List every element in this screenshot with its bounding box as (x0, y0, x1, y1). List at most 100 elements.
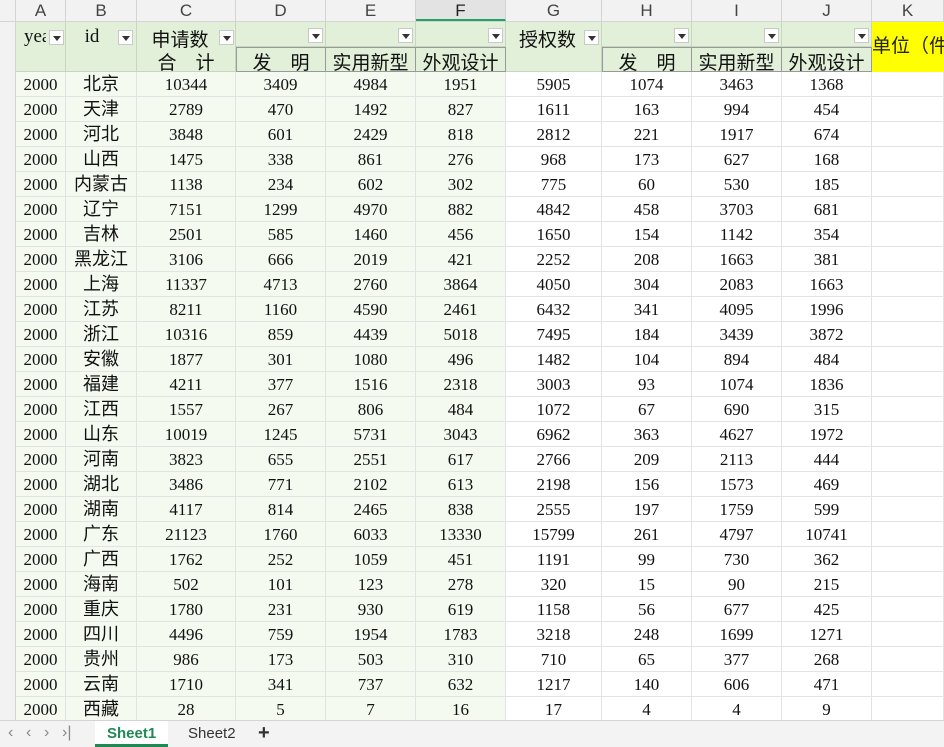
cell-grant-utility[interactable]: 4797 (692, 522, 782, 547)
cell-grant-invention[interactable]: 56 (602, 597, 692, 622)
column-header-b[interactable]: B (66, 0, 137, 21)
cell-app-utility[interactable]: 4984 (326, 72, 416, 97)
cell-grant-utility[interactable]: 1142 (692, 222, 782, 247)
cell-k-empty[interactable] (872, 472, 944, 497)
cell-grant-design[interactable]: 354 (782, 222, 872, 247)
cell-app-design[interactable]: 302 (416, 172, 506, 197)
tab-sheet2[interactable]: Sheet2 (176, 721, 248, 747)
filter-dropdown-j[interactable] (854, 28, 869, 43)
cell-grant-design[interactable]: 3872 (782, 322, 872, 347)
cell-app-utility[interactable]: 2102 (326, 472, 416, 497)
tab-sheet1[interactable]: Sheet1 (95, 721, 169, 747)
cell-app-total[interactable]: 1475 (137, 147, 236, 172)
cell-grant-invention[interactable]: 248 (602, 622, 692, 647)
column-header-k[interactable]: K (872, 0, 944, 21)
cell-app-total[interactable]: 1762 (137, 547, 236, 572)
cell-app-design[interactable]: 310 (416, 647, 506, 672)
cell-province[interactable]: 吉林 (66, 222, 137, 247)
cell-grant-utility[interactable]: 1917 (692, 122, 782, 147)
cell-app-invention[interactable]: 771 (236, 472, 326, 497)
cell-grant-total[interactable]: 15799 (506, 522, 602, 547)
cell-year[interactable]: 2000 (16, 547, 66, 572)
filter-dropdown-grant[interactable] (584, 30, 599, 45)
cell-grant-utility[interactable]: 90 (692, 572, 782, 597)
cell-grant-invention[interactable]: 93 (602, 372, 692, 397)
cell-grant-design[interactable]: 454 (782, 97, 872, 122)
cell-grant-design[interactable]: 215 (782, 572, 872, 597)
cell-app-invention[interactable]: 301 (236, 347, 326, 372)
cell-app-total[interactable]: 21123 (137, 522, 236, 547)
cell-app-total[interactable]: 4211 (137, 372, 236, 397)
cell-grant-total[interactable]: 1217 (506, 672, 602, 697)
cell-grant-utility[interactable]: 4095 (692, 297, 782, 322)
cell-year[interactable]: 2000 (16, 247, 66, 272)
cell-app-total[interactable]: 1557 (137, 397, 236, 422)
cell-province[interactable]: 湖北 (66, 472, 137, 497)
cell-app-total[interactable]: 3486 (137, 472, 236, 497)
cell-year[interactable]: 2000 (16, 297, 66, 322)
cell-grant-total[interactable]: 775 (506, 172, 602, 197)
cell-grant-utility[interactable]: 994 (692, 97, 782, 122)
cell-grant-utility[interactable]: 677 (692, 597, 782, 622)
cell-app-design[interactable]: 3043 (416, 422, 506, 447)
cell-k-empty[interactable] (872, 522, 944, 547)
cell-app-invention[interactable]: 1245 (236, 422, 326, 447)
cell-province[interactable]: 河南 (66, 447, 137, 472)
cell-app-utility[interactable]: 7 (326, 697, 416, 720)
cell-province[interactable]: 辽宁 (66, 197, 137, 222)
cell-province[interactable]: 上海 (66, 272, 137, 297)
cell-app-design[interactable]: 838 (416, 497, 506, 522)
cell-app-invention[interactable]: 101 (236, 572, 326, 597)
cell-app-invention[interactable]: 231 (236, 597, 326, 622)
cell-grant-design[interactable]: 471 (782, 672, 872, 697)
cell-k-empty[interactable] (872, 397, 944, 422)
cell-grant-utility[interactable]: 606 (692, 672, 782, 697)
cell-grant-utility[interactable]: 4 (692, 697, 782, 720)
cell-app-utility[interactable]: 123 (326, 572, 416, 597)
cell-grant-design[interactable]: 185 (782, 172, 872, 197)
column-header-i[interactable]: I (692, 0, 782, 21)
cell-grant-total[interactable]: 6432 (506, 297, 602, 322)
cell-grant-utility[interactable]: 377 (692, 647, 782, 672)
cell-app-utility[interactable]: 2465 (326, 497, 416, 522)
cell-app-invention[interactable]: 655 (236, 447, 326, 472)
next-sheet-nav-icon[interactable]: › (44, 724, 49, 742)
cell-year[interactable]: 2000 (16, 422, 66, 447)
cell-year[interactable]: 2000 (16, 97, 66, 122)
cell-province[interactable]: 西藏 (66, 697, 137, 720)
cell-app-utility[interactable]: 2429 (326, 122, 416, 147)
cell-province[interactable]: 重庆 (66, 597, 137, 622)
column-header-g[interactable]: G (506, 0, 602, 21)
cell-grant-invention[interactable]: 261 (602, 522, 692, 547)
filter-dropdown-d[interactable] (308, 28, 323, 43)
cell-app-total[interactable]: 10316 (137, 322, 236, 347)
cell-app-design[interactable]: 421 (416, 247, 506, 272)
cell-year[interactable]: 2000 (16, 447, 66, 472)
cell-grant-design[interactable]: 1996 (782, 297, 872, 322)
cell-app-utility[interactable]: 1080 (326, 347, 416, 372)
add-sheet-button[interactable]: + (258, 722, 270, 745)
cell-year[interactable]: 2000 (16, 572, 66, 597)
cell-grant-invention[interactable]: 184 (602, 322, 692, 347)
cell-app-total[interactable]: 1877 (137, 347, 236, 372)
cell-app-invention[interactable]: 377 (236, 372, 326, 397)
cell-app-invention[interactable]: 338 (236, 147, 326, 172)
cell-grant-invention[interactable]: 156 (602, 472, 692, 497)
cell-app-utility[interactable]: 6033 (326, 522, 416, 547)
cell-grant-design[interactable]: 599 (782, 497, 872, 522)
cell-app-utility[interactable]: 602 (326, 172, 416, 197)
cell-grant-design[interactable]: 469 (782, 472, 872, 497)
cell-app-utility[interactable]: 2760 (326, 272, 416, 297)
cell-grant-utility[interactable]: 530 (692, 172, 782, 197)
cell-k-empty[interactable] (872, 272, 944, 297)
cell-app-design[interactable]: 617 (416, 447, 506, 472)
cell-app-design[interactable]: 2318 (416, 372, 506, 397)
cell-app-utility[interactable]: 806 (326, 397, 416, 422)
cell-grant-design[interactable]: 381 (782, 247, 872, 272)
cell-app-utility[interactable]: 2551 (326, 447, 416, 472)
cell-grant-invention[interactable]: 140 (602, 672, 692, 697)
last-sheet-nav-icon[interactable]: ›| (62, 724, 71, 742)
cell-app-invention[interactable]: 5 (236, 697, 326, 720)
select-all-corner[interactable] (0, 0, 16, 21)
cell-year[interactable]: 2000 (16, 597, 66, 622)
